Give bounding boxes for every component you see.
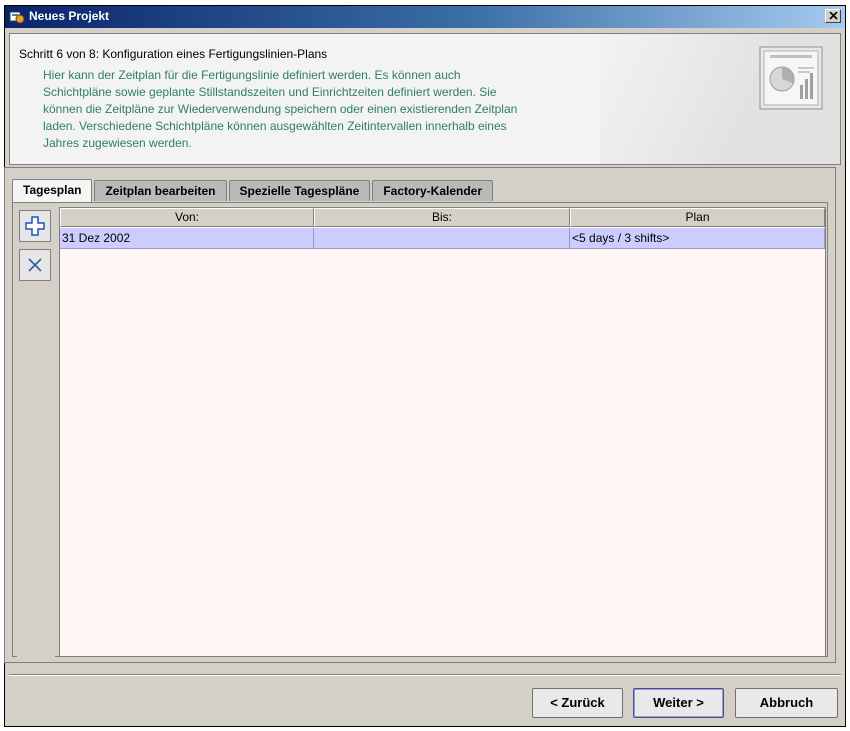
cell-plan[interactable]: <5 days / 3 shifts> xyxy=(570,228,825,249)
app-icon xyxy=(9,11,25,24)
table-toolbar xyxy=(17,207,55,657)
cancel-button[interactable]: Abbruch xyxy=(735,688,838,718)
tab-zeitplan-bearbeiten[interactable]: Zeitplan bearbeiten xyxy=(94,180,227,201)
close-icon xyxy=(829,12,838,20)
cell-bis[interactable] xyxy=(314,228,570,249)
footer-separator xyxy=(9,674,841,676)
add-row-button[interactable] xyxy=(19,210,51,242)
step-header: Schritt 6 von 8: Konfiguration eines Fer… xyxy=(9,33,841,165)
description-line: Jahres zugewiesen werden. xyxy=(43,136,192,150)
description-line: Hier kann der Zeitplan für die Fertigung… xyxy=(43,68,461,82)
tab-bar: Tagesplan Zeitplan bearbeiten Spezielle … xyxy=(12,179,495,202)
x-icon xyxy=(28,258,42,272)
title-bar[interactable]: Neues Projekt xyxy=(5,6,845,28)
table-header: Von: Bis: Plan xyxy=(60,208,825,227)
table-row[interactable]: 31 Dez 2002 <5 days / 3 shifts> xyxy=(60,228,825,249)
cell-von[interactable]: 31 Dez 2002 xyxy=(60,228,314,249)
schedule-table: Von: Bis: Plan 31 Dez 2002 <5 days / 3 s… xyxy=(59,207,826,657)
description-line: Schichtpläne sowie geplante Stillstandsz… xyxy=(43,85,497,99)
step-title: Schritt 6 von 8: Konfiguration eines Fer… xyxy=(19,47,328,61)
description-line: laden. Verschiedene Schichtpläne können … xyxy=(43,119,507,133)
column-header-von[interactable]: Von: xyxy=(60,208,314,227)
tab-tagesplan[interactable]: Tagesplan xyxy=(12,179,93,202)
window-title: Neues Projekt xyxy=(29,9,110,23)
chart-illustration-icon xyxy=(759,46,823,110)
next-button[interactable]: Weiter > xyxy=(633,688,724,718)
back-button[interactable]: < Zurück xyxy=(532,688,623,718)
column-header-bis[interactable]: Bis: xyxy=(314,208,570,227)
tab-spezielle-tagesplaene[interactable]: Spezielle Tagespläne xyxy=(228,180,371,201)
step-description: Hier kann der Zeitplan für die Fertigung… xyxy=(43,67,633,152)
column-header-plan[interactable]: Plan xyxy=(570,208,825,227)
delete-row-button[interactable] xyxy=(19,249,51,281)
plus-icon xyxy=(25,216,45,236)
tab-factory-kalender[interactable]: Factory-Kalender xyxy=(372,180,494,201)
description-line: können die Zeitpläne zur Wiederverwendun… xyxy=(43,102,518,116)
close-button[interactable] xyxy=(825,9,841,23)
